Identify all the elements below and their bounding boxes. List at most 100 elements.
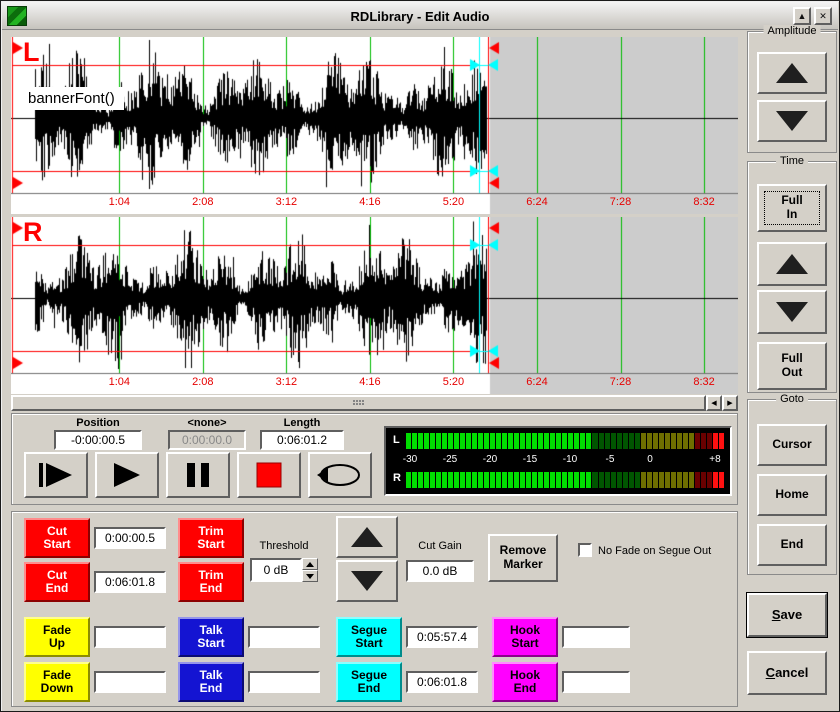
fade-up-field[interactable]	[94, 626, 166, 648]
meter-segment	[701, 472, 706, 488]
pause-button[interactable]	[166, 452, 230, 498]
meter-segment	[532, 433, 537, 449]
meter-right-label: R	[393, 472, 401, 484]
length-label: Length	[260, 417, 344, 429]
spin-up-button[interactable]	[302, 558, 318, 570]
meter-segment	[418, 433, 423, 449]
remove-marker-button[interactable]: Remove Marker	[488, 534, 558, 582]
meter-segment	[418, 472, 423, 488]
amplitude-up-button[interactable]	[757, 52, 827, 94]
play-from-start-icon	[36, 461, 76, 489]
cut-start-button[interactable]: Cut Start	[24, 518, 90, 558]
talk-end-button[interactable]: Talk End	[178, 662, 244, 702]
talk-start-button[interactable]: Talk Start	[178, 617, 244, 657]
meter-segment	[599, 433, 604, 449]
trim-end-button[interactable]: Trim End	[178, 562, 244, 602]
goto-end-button[interactable]: End	[757, 524, 827, 566]
talk-end-field[interactable]	[248, 671, 320, 693]
fade-up-button[interactable]: Fade Up	[24, 617, 90, 657]
cut-gain-field[interactable]	[406, 560, 474, 582]
meter-segment	[406, 433, 411, 449]
shade-button[interactable]: ▲	[793, 7, 811, 25]
time-full-in-button[interactable]: Full In	[757, 184, 827, 232]
play-from-start-button[interactable]	[24, 452, 88, 498]
scrollbar-thumb[interactable]	[11, 395, 706, 411]
fade-down-field[interactable]	[94, 671, 166, 693]
cut-end-field[interactable]	[94, 571, 166, 593]
stop-button[interactable]	[237, 452, 301, 498]
threshold-spinbox[interactable]	[250, 558, 318, 582]
hook-end-field[interactable]	[562, 671, 630, 693]
meter-segment	[617, 472, 622, 488]
meter-segment	[490, 433, 495, 449]
meter-segment	[629, 433, 634, 449]
meter-segment	[592, 433, 597, 449]
scroll-left-button[interactable]: ◀	[706, 395, 722, 411]
meter-left-label: L	[393, 434, 400, 446]
time-tick-label: 4:16	[359, 196, 380, 208]
meter-segment	[412, 433, 417, 449]
amplitude-group: Amplitude	[747, 31, 837, 153]
meter-segment	[556, 433, 561, 449]
segue-end-field[interactable]	[406, 671, 478, 693]
meter-segment	[472, 472, 477, 488]
hook-start-field[interactable]	[562, 626, 630, 648]
gain-down-button[interactable]	[336, 560, 398, 602]
cancel-button[interactable]: Cancel	[747, 651, 827, 695]
meter-segment	[701, 433, 706, 449]
meter-segment	[659, 433, 664, 449]
threshold-value-field[interactable]	[250, 558, 302, 582]
waveform-canvas-left[interactable]	[11, 37, 738, 214]
goto-cursor-button[interactable]: Cursor	[757, 424, 827, 466]
length-field[interactable]	[260, 430, 344, 450]
meter-segment	[580, 433, 585, 449]
position-field[interactable]	[54, 430, 142, 450]
meter-segment	[538, 433, 543, 449]
amplitude-down-button[interactable]	[757, 100, 827, 142]
spin-down-button[interactable]	[302, 570, 318, 582]
meter-segment	[526, 433, 531, 449]
time-zoom-in-button[interactable]	[757, 242, 827, 286]
titlebar[interactable]: RDLibrary - Edit Audio ▲ ✕	[2, 2, 838, 30]
hook-start-button[interactable]: Hook Start	[492, 617, 558, 657]
segue-start-button[interactable]: Segue Start	[336, 617, 402, 657]
meter-segment	[502, 433, 507, 449]
fade-down-button[interactable]: Fade Down	[24, 662, 90, 702]
meter-segment	[713, 472, 718, 488]
gain-up-button[interactable]	[336, 516, 398, 558]
meter-segment	[478, 472, 483, 488]
goto-home-button[interactable]: Home	[757, 474, 827, 516]
time-group-title: Time	[776, 155, 808, 167]
save-button[interactable]: Save	[747, 593, 827, 637]
loop-button[interactable]	[308, 452, 372, 498]
meter-segment	[574, 472, 579, 488]
meter-segment	[454, 433, 459, 449]
time-zoom-out-button[interactable]	[757, 290, 827, 334]
scroll-right-button[interactable]: ▶	[722, 395, 738, 411]
meter-segment	[659, 472, 664, 488]
audio-meter: L -30-25-20-15-10-50+8 R	[384, 426, 732, 496]
time-tick-label: 5:20	[443, 196, 464, 208]
no-fade-label: No Fade on Segue Out	[598, 545, 728, 557]
no-fade-checkbox[interactable]	[578, 543, 592, 557]
meter-segment	[586, 472, 591, 488]
play-button[interactable]	[95, 452, 159, 498]
meter-segment	[611, 433, 616, 449]
meter-segment	[490, 472, 495, 488]
trim-start-button[interactable]: Trim Start	[178, 518, 244, 558]
meter-segment	[677, 433, 682, 449]
talk-start-field[interactable]	[248, 626, 320, 648]
segue-start-field[interactable]	[406, 626, 478, 648]
meter-segment	[647, 433, 652, 449]
waveform-scrollbar[interactable]: ◀ ▶	[11, 395, 738, 411]
hook-end-button[interactable]: Hook End	[492, 662, 558, 702]
segue-end-button[interactable]: Segue End	[336, 662, 402, 702]
time-full-out-button[interactable]: Full Out	[757, 342, 827, 390]
cut-end-button[interactable]: Cut End	[24, 562, 90, 602]
up-arrow-icon	[350, 526, 384, 548]
close-button[interactable]: ✕	[814, 7, 832, 25]
cut-start-field[interactable]	[94, 527, 166, 549]
waveform-canvas-right[interactable]	[11, 217, 738, 394]
time-tick-label: 6:24	[526, 196, 547, 208]
time-tick-label: 1:04	[109, 376, 130, 388]
